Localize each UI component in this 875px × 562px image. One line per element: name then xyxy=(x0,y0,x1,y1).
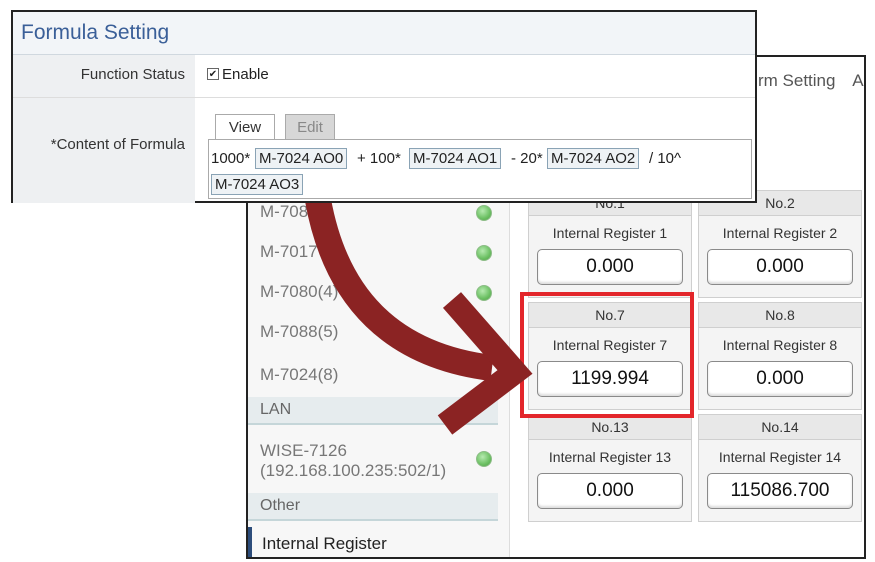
formula-token: M-7024 AO0 xyxy=(255,148,348,169)
label-cell: *Content of Formula xyxy=(13,98,195,203)
function-status-row: Function Status ✔ Enable xyxy=(13,55,755,98)
formula-text: - 20* xyxy=(511,150,543,167)
tab-view[interactable]: View xyxy=(215,114,275,140)
tab-edit[interactable]: Edit xyxy=(285,114,335,140)
formula-display: 1000* M-7024 AO0 + 100* M-7024 AO1 - 20*… xyxy=(208,139,752,199)
arrow-shaft xyxy=(305,197,494,381)
formula-text: / 10^ xyxy=(649,150,682,167)
formula-token: M-7024 AO1 xyxy=(409,148,502,169)
formula-token: M-7024 AO2 xyxy=(547,148,640,169)
formula-text: 1000* xyxy=(211,150,251,167)
label-cell: Function Status xyxy=(13,55,195,97)
enable-checkbox[interactable]: ✔ xyxy=(207,68,219,80)
formula-text: + 100* xyxy=(357,150,401,167)
formula-setting-panel: Formula Setting Function Status ✔ Enable… xyxy=(11,10,757,203)
panel-title-bar: Formula Setting xyxy=(13,12,755,55)
panel-title: Formula Setting xyxy=(21,21,170,44)
formula-content-row: *Content of Formula View Edit 1000* M-70… xyxy=(13,98,755,203)
content-of-formula-label: *Content of Formula xyxy=(50,136,185,153)
formula-token: M-7024 AO3 xyxy=(211,174,304,195)
function-status-label: Function Status xyxy=(80,66,185,83)
enable-label[interactable]: Enable xyxy=(222,66,269,83)
